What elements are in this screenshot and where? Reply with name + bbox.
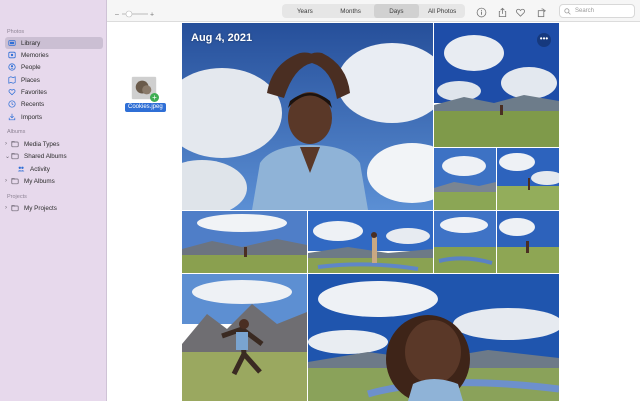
more-options-button[interactable]: ••• [537,33,551,47]
library-icon [8,39,16,47]
search-field[interactable]: Search [559,4,635,18]
day-date-title: Aug 4, 2021 [191,32,253,44]
sidebar-item-label: Memories [21,51,49,59]
sidebar-item-label: Library [21,39,41,47]
sidebar-item-activity[interactable]: Activity [14,163,103,175]
photo-grid-tile[interactable] [308,274,559,401]
sidebar-item-shared-albums[interactable]: ⌄ Shared Albums [2,150,100,162]
sidebar-item-places[interactable]: Places [5,74,103,86]
import-icon [8,113,16,121]
rotate-icon[interactable] [536,5,548,18]
sidebar-item-library[interactable]: Library [5,37,103,49]
info-icon[interactable] [476,5,488,18]
photo-grid-tile[interactable] [182,274,307,401]
copy-plus-icon: + [150,93,159,102]
sidebar-item-label: Activity [30,165,50,173]
sidebar-item-media-types[interactable]: › Media Types [2,138,100,150]
sidebar-item-label: Media Types [24,140,60,148]
tab-years[interactable]: Years [282,4,328,18]
search-icon [564,7,571,15]
photo-grid-tile[interactable] [434,148,496,210]
search-placeholder: Search [575,8,595,14]
tab-all-photos[interactable]: All Photos [419,4,465,18]
sidebar-item-label: Places [21,76,40,84]
section-photos-label: Photos [7,29,25,35]
sidebar-item-imports[interactable]: Imports [5,111,103,123]
sidebar-item-favorites[interactable]: Favorites [5,86,103,98]
toolbar: – + Years Months Days All Photos Search [107,0,640,22]
map-icon [8,76,16,84]
sidebar-item-my-projects[interactable]: › My Projects [2,202,100,214]
people-icon [8,63,16,71]
dragged-file-thumbnail[interactable]: + [131,76,159,102]
photo-grid-tile[interactable] [308,211,433,273]
heart-icon[interactable] [515,5,527,17]
section-projects-label: Projects [7,194,27,200]
svg-text:–: – [115,12,119,19]
activity-people-icon [17,165,25,173]
clock-icon [8,100,16,108]
sidebar-item-my-albums[interactable]: › My Albums [2,175,100,187]
photo-grid-tile[interactable] [497,211,559,273]
zoom-slider[interactable]: – + [115,6,155,19]
share-icon[interactable] [497,5,509,18]
sidebar-item-label: My Albums [24,177,55,185]
photo-grid-tile[interactable] [497,148,559,210]
sidebar-item-label: Imports [21,113,42,121]
view-segmented-control: Years Months Days All Photos [282,4,465,18]
section-albums-label: Albums [7,129,26,135]
sidebar: Photos Library Memories People Places Fa… [0,0,107,401]
folder-icon [11,177,19,185]
sidebar-item-label: Favorites [21,88,47,96]
sidebar-item-label: Recents [21,100,45,108]
sidebar-item-label: Shared Albums [24,152,67,160]
dragged-file-name: Cookies.jpeg [125,103,166,112]
memories-icon [8,51,16,59]
tab-months[interactable]: Months [328,4,374,18]
folder-icon [11,204,19,212]
sidebar-item-people[interactable]: People [5,61,103,73]
heart-icon [8,88,16,96]
photo-grid-tile[interactable] [182,211,307,273]
sidebar-item-label: People [21,63,41,71]
photo-grid-tile[interactable] [434,211,496,273]
sidebar-item-memories[interactable]: Memories [5,49,103,61]
folder-icon [11,140,19,148]
tab-days[interactable]: Days [373,4,420,18]
svg-text:+: + [150,12,154,19]
sidebar-item-recents[interactable]: Recents [5,98,103,110]
folder-icon [11,152,19,160]
photo-hero-arms-up[interactable] [182,23,433,210]
sidebar-item-label: My Projects [24,204,57,212]
